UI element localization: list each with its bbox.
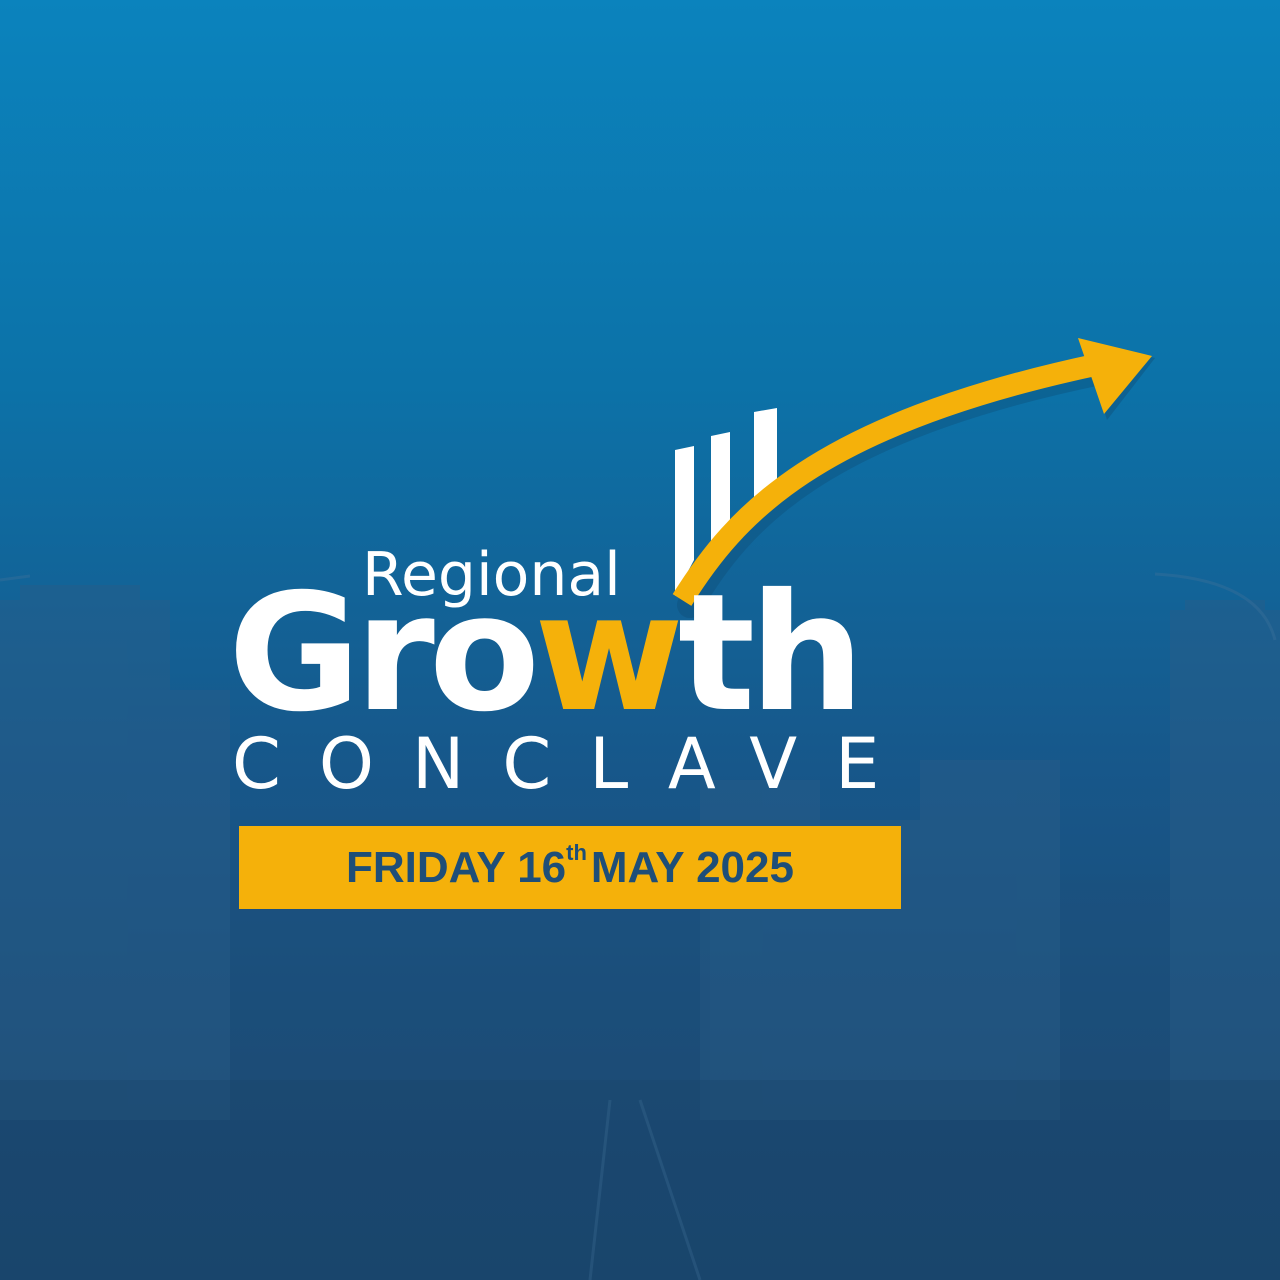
event-date-banner: FRIDAY 16thMAY 2025 — [239, 826, 901, 909]
logo-conclave-text: CONCLAVE — [232, 723, 918, 805]
date-suffix: th — [566, 839, 587, 865]
logo-growth-part1: Gro — [228, 560, 540, 748]
logo-growth-w: w — [534, 560, 684, 748]
logo-growth-part2: th — [677, 560, 865, 748]
event-date: FRIDAY 16thMAY 2025 — [346, 839, 794, 893]
date-day: FRIDAY 16 — [346, 842, 567, 892]
event-poster: Regional Growth CONCLAVE FRIDAY 16thMAY … — [0, 0, 1280, 1280]
logo-growth-text: Growth — [228, 573, 865, 735]
date-month-year: MAY 2025 — [590, 842, 794, 892]
